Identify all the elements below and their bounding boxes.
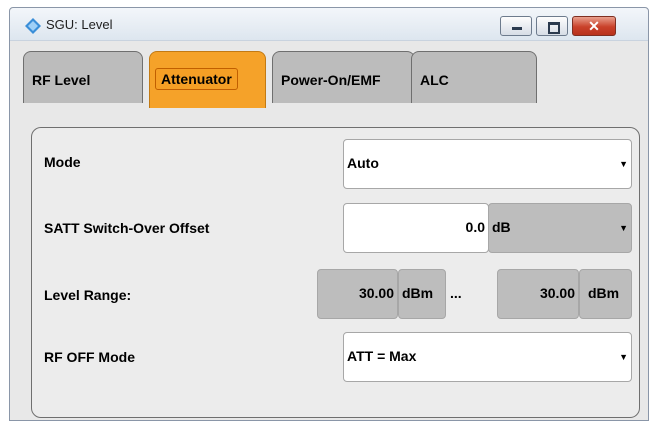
level-range-max-value-field: 30.00 xyxy=(497,269,579,319)
tab-label: RF Level xyxy=(32,72,91,88)
level-range-separator: ... xyxy=(450,285,462,301)
window-title: SGU: Level xyxy=(46,17,113,32)
satt-offset-value: 0.0 xyxy=(465,219,485,235)
tab-label: Power-On/EMF xyxy=(281,72,381,88)
maximize-icon xyxy=(548,22,560,34)
close-icon: ✕ xyxy=(588,18,600,34)
tab-bar: RF Level Attenuator Power-On/EMF ALC xyxy=(10,41,648,121)
attenuator-panel: Mode Auto ▼ SATT Switch-Over Offset 0.0 … xyxy=(31,127,640,418)
dropdown-arrow-icon: ▼ xyxy=(619,352,628,362)
tab-alc[interactable]: ALC xyxy=(411,51,537,103)
level-range-max-unit-field: dBm xyxy=(579,269,632,319)
level-range-min-value: 30.00 xyxy=(358,285,394,301)
mode-value: Auto xyxy=(347,155,379,171)
tab-power-on-emf[interactable]: Power-On/EMF xyxy=(272,51,415,103)
rf-off-mode-select[interactable]: ATT = Max ▼ xyxy=(343,332,632,382)
rf-off-mode-value: ATT = Max xyxy=(347,348,417,364)
minimize-icon xyxy=(512,27,522,30)
mode-label: Mode xyxy=(44,154,81,170)
level-range-label: Level Range: xyxy=(44,287,132,303)
dropdown-arrow-icon: ▼ xyxy=(619,223,628,233)
tab-label: Attenuator xyxy=(155,68,238,90)
tab-rf-level[interactable]: RF Level xyxy=(23,51,143,103)
satt-unit-select[interactable]: dB ▼ xyxy=(488,203,632,253)
satt-offset-label: SATT Switch-Over Offset xyxy=(44,220,210,236)
rf-off-mode-label: RF OFF Mode xyxy=(44,349,135,365)
title-bar[interactable]: SGU: Level ✕ xyxy=(10,8,648,41)
dropdown-arrow-icon: ▼ xyxy=(619,159,628,169)
satt-unit-value: dB xyxy=(492,219,511,235)
tab-attenuator[interactable]: Attenuator xyxy=(149,51,266,108)
level-dialog-window: SGU: Level ✕ RF Level Attenuator Power-O… xyxy=(9,7,649,421)
level-range-min-value-field: 30.00 xyxy=(317,269,398,319)
app-icon xyxy=(25,18,41,34)
level-range-max-unit: dBm xyxy=(588,285,620,301)
tab-label: ALC xyxy=(420,72,449,88)
mode-select[interactable]: Auto ▼ xyxy=(343,139,632,189)
level-range-min-unit-field: dBm xyxy=(398,269,446,319)
minimize-button[interactable] xyxy=(500,16,532,36)
maximize-button[interactable] xyxy=(536,16,568,36)
level-range-min-unit: dBm xyxy=(402,285,434,301)
level-range-max-value: 30.00 xyxy=(539,285,575,301)
satt-offset-input[interactable]: 0.0 xyxy=(343,203,489,253)
close-button[interactable]: ✕ xyxy=(572,16,616,36)
